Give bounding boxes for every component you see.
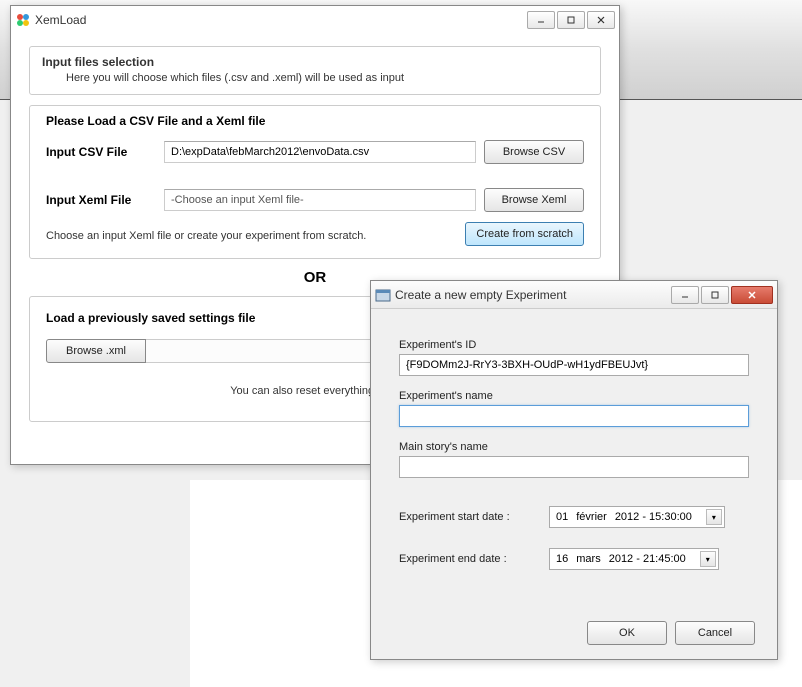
window-controls bbox=[527, 11, 615, 29]
dialog-close-button[interactable] bbox=[731, 286, 773, 304]
start-day: 01 bbox=[556, 511, 568, 523]
experiment-id-label: Experiment's ID bbox=[399, 339, 749, 351]
xeml-row: Input Xeml File Browse Xeml bbox=[46, 188, 584, 212]
app-icon bbox=[15, 12, 31, 28]
start-month: février bbox=[576, 511, 607, 523]
create-from-scratch-button[interactable]: Create from scratch bbox=[465, 222, 584, 246]
main-story-label: Main story's name bbox=[399, 441, 749, 453]
create-experiment-dialog: Create a new empty Experiment Experiment… bbox=[370, 280, 778, 660]
experiment-id-input[interactable] bbox=[399, 354, 749, 376]
start-date-label: Experiment start date : bbox=[399, 511, 549, 523]
browse-xeml-button[interactable]: Browse Xeml bbox=[484, 188, 584, 212]
dialog-titlebar[interactable]: Create a new empty Experiment bbox=[371, 281, 777, 309]
browse-csv-button[interactable]: Browse CSV bbox=[484, 140, 584, 164]
main-story-group: Main story's name bbox=[399, 441, 749, 478]
browse-xml-button[interactable]: Browse .xml bbox=[46, 339, 146, 363]
close-button[interactable] bbox=[587, 11, 615, 29]
window-title: XemLoad bbox=[35, 13, 527, 27]
ok-button[interactable]: OK bbox=[587, 621, 667, 645]
section-subtext: Here you will choose which files (.csv a… bbox=[66, 72, 588, 84]
maximize-button[interactable] bbox=[557, 11, 585, 29]
dialog-title: Create a new empty Experiment bbox=[395, 288, 671, 302]
load-title: Please Load a CSV File and a Xeml file bbox=[46, 114, 584, 128]
load-section: Please Load a CSV File and a Xeml file I… bbox=[29, 105, 601, 259]
calendar-icon[interactable]: ▾ bbox=[700, 551, 716, 567]
calendar-icon[interactable]: ▾ bbox=[706, 509, 722, 525]
minimize-button[interactable] bbox=[527, 11, 555, 29]
experiment-name-input[interactable] bbox=[399, 405, 749, 427]
dialog-maximize-button[interactable] bbox=[701, 286, 729, 304]
csv-label: Input CSV File bbox=[46, 145, 156, 159]
cancel-button[interactable]: Cancel bbox=[675, 621, 755, 645]
experiment-name-label: Experiment's name bbox=[399, 390, 749, 402]
end-day: 16 bbox=[556, 553, 568, 565]
csv-row: Input CSV File Browse CSV bbox=[46, 140, 584, 164]
xeml-label: Input Xeml File bbox=[46, 193, 156, 207]
section-header: Input files selection bbox=[42, 55, 588, 69]
dialog-minimize-button[interactable] bbox=[671, 286, 699, 304]
xeml-hint: Choose an input Xeml file or create your… bbox=[46, 230, 366, 242]
input-files-section: Input files selection Here you will choo… bbox=[29, 46, 601, 95]
dialog-content: Experiment's ID Experiment's name Main s… bbox=[371, 309, 777, 659]
dialog-buttons: OK Cancel bbox=[587, 621, 755, 645]
experiment-name-group: Experiment's name bbox=[399, 390, 749, 427]
start-rest: 2012 - 15:30:00 bbox=[615, 511, 692, 523]
csv-input[interactable] bbox=[164, 141, 476, 163]
experiment-id-group: Experiment's ID bbox=[399, 339, 749, 376]
end-date-label: Experiment end date : bbox=[399, 553, 549, 565]
end-date-picker[interactable]: 16 mars 2012 - 21:45:00 ▾ bbox=[549, 548, 719, 570]
start-date-row: Experiment start date : 01 février 2012 … bbox=[399, 506, 749, 528]
dialog-window-controls bbox=[671, 286, 773, 304]
xeml-input[interactable] bbox=[164, 189, 476, 211]
main-story-input[interactable] bbox=[399, 456, 749, 478]
start-date-picker[interactable]: 01 février 2012 - 15:30:00 ▾ bbox=[549, 506, 725, 528]
dialog-icon bbox=[375, 287, 391, 303]
end-date-row: Experiment end date : 16 mars 2012 - 21:… bbox=[399, 548, 749, 570]
end-month: mars bbox=[576, 553, 600, 565]
titlebar[interactable]: XemLoad bbox=[11, 6, 619, 34]
end-rest: 2012 - 21:45:00 bbox=[609, 553, 686, 565]
